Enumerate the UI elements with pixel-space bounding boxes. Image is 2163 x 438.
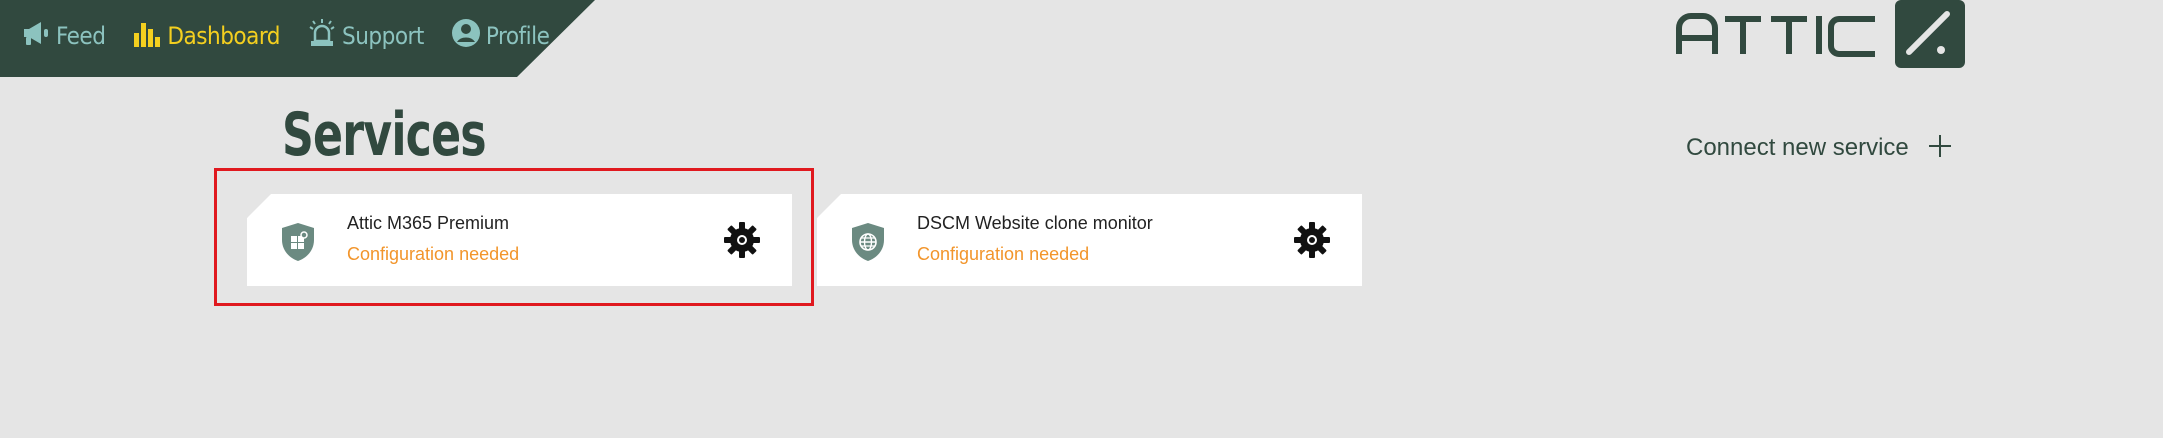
service-name: DSCM Website clone monitor [917, 213, 1153, 233]
nav-item-label: Feed [56, 22, 106, 50]
nav-item-support[interactable]: Support [306, 0, 424, 72]
megaphone-icon [20, 17, 56, 55]
gear-icon[interactable] [1292, 220, 1332, 265]
nav-items: Feed Dashboard Support Profile [20, 0, 575, 72]
service-card[interactable]: DSCM Website clone monitor Configuration… [817, 194, 1362, 286]
service-name: Attic M365 Premium [347, 213, 510, 233]
logo-wordmark [1675, 6, 1879, 62]
nav-item-label: Profile [485, 22, 550, 50]
service-status: Configuration needed [917, 244, 1090, 264]
service-status: Configuration needed [347, 244, 520, 264]
nav-item-label: Support [342, 22, 424, 50]
connect-label: Connect new service [1686, 134, 1909, 161]
brand-logo[interactable] [1675, 0, 1965, 68]
service-card[interactable]: Attic M365 Premium Configuration needed [247, 194, 792, 286]
plus-icon [1927, 132, 1953, 164]
top-nav: Feed Dashboard Support Profile [0, 0, 595, 77]
user-circle-icon [450, 17, 486, 55]
shield-windows-icon [279, 222, 317, 267]
bar-chart-icon [131, 17, 167, 55]
gear-icon[interactable] [722, 220, 762, 265]
nav-item-feed[interactable]: Feed [20, 0, 106, 72]
page-title: Services [282, 100, 487, 170]
siren-icon [306, 17, 342, 55]
nav-item-profile[interactable]: Profile [450, 0, 550, 72]
nav-item-label: Dashboard [167, 22, 281, 50]
logo-mark [1895, 0, 1965, 68]
nav-item-dashboard[interactable]: Dashboard [131, 0, 281, 72]
connect-new-service-button[interactable]: Connect new service [1686, 132, 1953, 164]
shield-globe-icon [849, 222, 887, 267]
